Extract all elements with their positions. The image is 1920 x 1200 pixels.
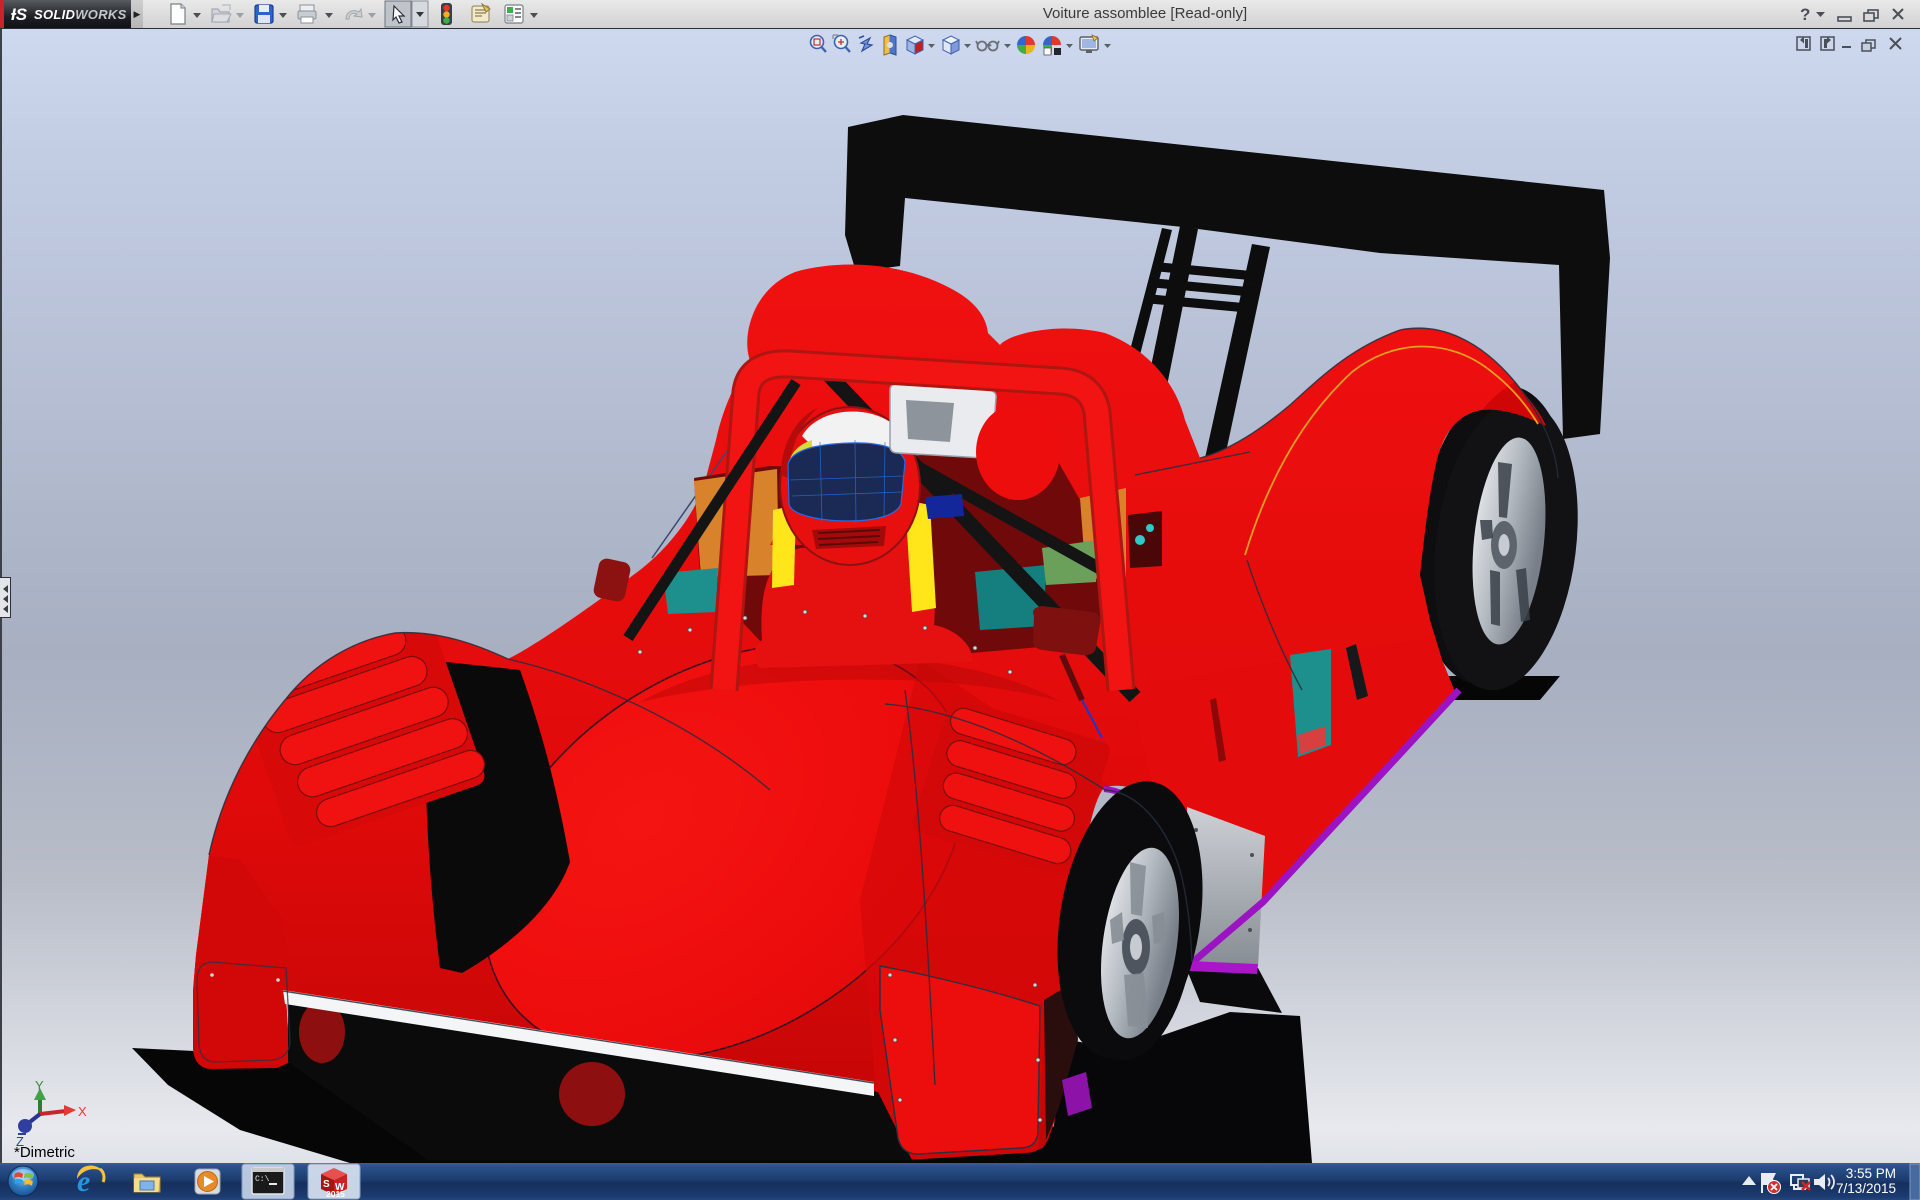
svg-text:SOLIDWORKS: SOLIDWORKS xyxy=(34,7,127,22)
svg-text:3:55 PM: 3:55 PM xyxy=(1846,1166,1896,1181)
svg-text:C:\: C:\ xyxy=(255,1175,270,1184)
svg-text:2015: 2015 xyxy=(326,1189,345,1199)
svg-text:?: ? xyxy=(1800,5,1810,24)
svg-text:7/13/2015: 7/13/2015 xyxy=(1836,1181,1896,1196)
svg-text:X: X xyxy=(78,1104,87,1119)
svg-text:ƗS: ƗS xyxy=(11,5,28,24)
svg-text:Z: Z xyxy=(16,1134,24,1148)
